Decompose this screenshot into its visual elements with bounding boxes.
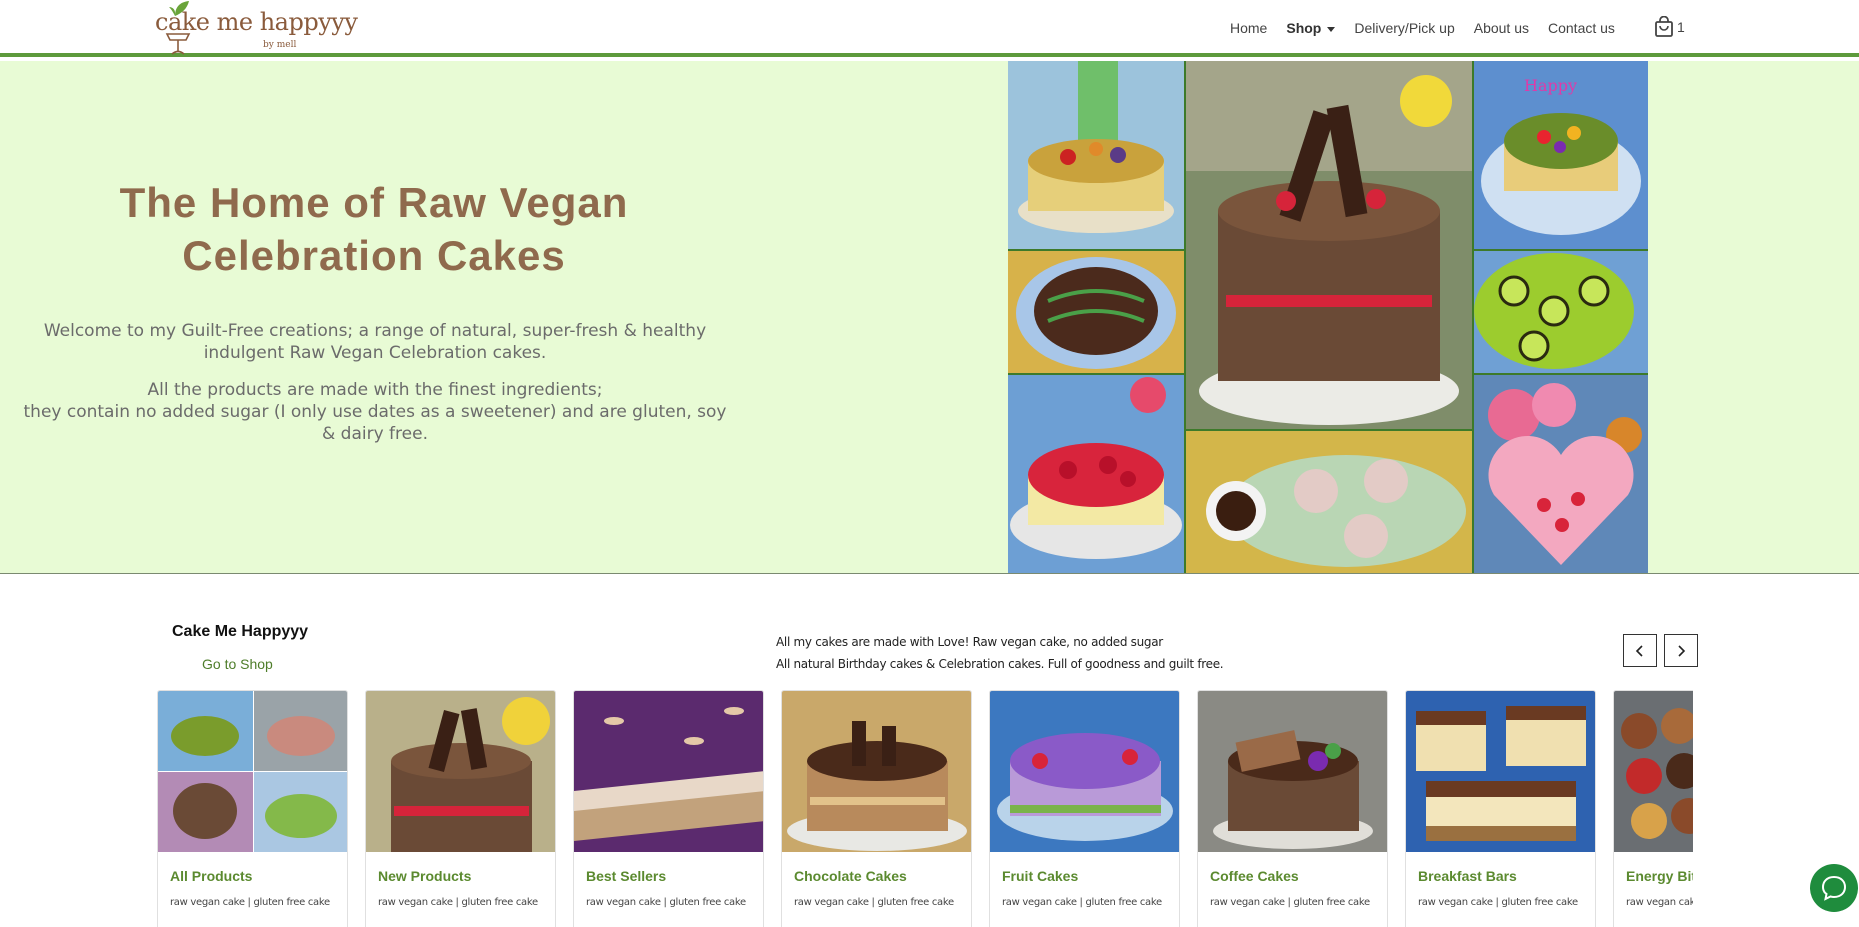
chevron-left-icon [1635, 644, 1643, 657]
site-header: cake me happyyy by mell Home Shop Delive… [0, 0, 1859, 57]
category-title: Breakfast Bars [1418, 868, 1517, 884]
nav-contact[interactable]: Contact us [1548, 20, 1615, 36]
category-subtitle: raw vegan cake | gluten free cake [586, 897, 746, 908]
category-card[interactable]: Breakfast Bars raw vegan cake | gluten f… [1405, 690, 1596, 927]
category-image [1198, 691, 1387, 852]
cart-icon [1655, 16, 1673, 37]
chevron-right-icon [1678, 644, 1686, 657]
category-carousel: All Products raw vegan cake | gluten fre… [157, 690, 1693, 927]
category-card[interactable]: Energy Bites raw vegan cake | gluten fre… [1613, 690, 1693, 927]
logo-byline: by mell [263, 40, 297, 50]
carousel-prev-button[interactable] [1623, 634, 1657, 667]
hero-title: The Home of Raw Vegan Celebration Cakes [24, 176, 724, 282]
category-subtitle: raw vegan cake | gluten free cake [1418, 897, 1578, 908]
category-image [158, 691, 347, 852]
category-image [1614, 691, 1693, 852]
section-description: All my cakes are made with Love! Raw veg… [776, 631, 1224, 675]
chevron-down-icon [1327, 26, 1336, 32]
hero-ingredients: All the products are made with the fines… [20, 379, 730, 445]
category-title: New Products [378, 868, 472, 884]
category-subtitle: raw vegan cake | gluten free cake [378, 897, 538, 908]
category-title: Coffee Cakes [1210, 868, 1299, 884]
collage-photo-kiwi-tart [1474, 251, 1648, 373]
hero-cake-collage: Happy [1008, 61, 1648, 573]
collage-photo-choc-leaf-cake [1008, 251, 1184, 373]
category-card[interactable]: All Products raw vegan cake | gluten fre… [157, 690, 348, 927]
nav-shop[interactable]: Shop [1286, 20, 1336, 36]
collage-photo-heart-cake [1474, 375, 1648, 573]
collage-photo-fruit-cake [1008, 61, 1184, 249]
collage-photo-raspberry-cake [1008, 375, 1184, 573]
cart-count: 1 [1677, 19, 1685, 35]
category-image [366, 691, 555, 852]
chat-button[interactable] [1810, 864, 1858, 912]
go-to-shop-link[interactable]: Go to Shop [202, 656, 273, 672]
category-title: Chocolate Cakes [794, 868, 907, 884]
category-image [574, 691, 763, 852]
hero-title-line-2: Celebration Cakes [182, 232, 566, 279]
category-image [782, 691, 971, 852]
nav-shop-label: Shop [1286, 20, 1322, 36]
category-title: Energy Bites [1626, 868, 1693, 884]
category-subtitle: raw vegan cake | gluten free cake [1626, 897, 1693, 908]
category-card[interactable]: Fruit Cakes raw vegan cake | gluten free… [989, 690, 1180, 927]
category-subtitle: raw vegan cake | gluten free cake [170, 897, 330, 908]
category-subtitle: raw vegan cake | gluten free cake [794, 897, 954, 908]
hero-title-line-1: The Home of Raw Vegan [119, 179, 629, 226]
hero-banner: The Home of Raw Vegan Celebration Cakes … [0, 61, 1859, 574]
category-image [1406, 691, 1595, 852]
category-card[interactable]: Chocolate Cakes raw vegan cake | gluten … [781, 690, 972, 927]
nav-about[interactable]: About us [1474, 20, 1529, 36]
collage-photo-flower-cake: Happy [1474, 61, 1648, 249]
carousel-next-button[interactable] [1664, 634, 1698, 667]
category-card[interactable]: New Products raw vegan cake | gluten fre… [365, 690, 556, 927]
category-image [990, 691, 1179, 852]
cart-button[interactable]: 1 [1654, 16, 1685, 38]
logo-wordmark: cake me happyyy [155, 8, 358, 36]
category-title: Best Sellers [586, 868, 667, 884]
svg-text:Happy: Happy [1524, 76, 1577, 95]
hero-intro: Welcome to my Guilt-Free creations; a ra… [43, 321, 707, 363]
collage-photo-raw-bites [1186, 431, 1472, 573]
category-title: All Products [170, 868, 253, 884]
nav-delivery[interactable]: Delivery/Pick up [1354, 20, 1454, 36]
category-card[interactable]: Coffee Cakes raw vegan cake | gluten fre… [1197, 690, 1388, 927]
category-title: Fruit Cakes [1002, 868, 1079, 884]
category-card[interactable]: Best Sellers raw vegan cake | gluten fre… [573, 690, 764, 927]
main-nav: Home Shop Delivery/Pick up About us Cont… [1230, 17, 1634, 39]
collage-photo-birthday-choc-cake [1186, 61, 1472, 429]
category-subtitle: raw vegan cake | gluten free cake [1002, 897, 1162, 908]
category-subtitle: raw vegan cake | gluten free cake [1210, 897, 1370, 908]
site-logo[interactable]: cake me happyyy by mell [155, 1, 358, 55]
chat-icon [1821, 875, 1847, 901]
hero-ingredients-line-1: All the products are made with the fines… [147, 380, 603, 400]
section-title: Cake Me Happyyy [172, 623, 309, 640]
section-description-line-1: All my cakes are made with Love! Raw veg… [776, 635, 1163, 649]
section-description-line-2: All natural Birthday cakes & Celebration… [776, 657, 1224, 671]
nav-home[interactable]: Home [1230, 20, 1267, 36]
hero-ingredients-line-2: they contain no added sugar (I only use … [23, 402, 727, 444]
